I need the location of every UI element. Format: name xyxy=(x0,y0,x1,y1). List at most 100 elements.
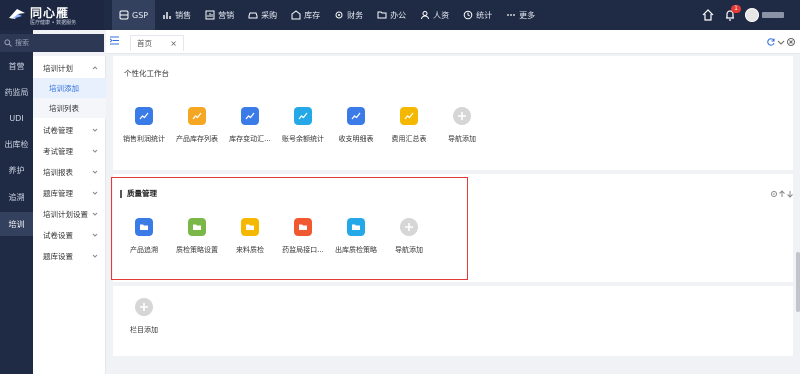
gear-icon xyxy=(335,11,343,19)
rail-item-4[interactable]: 养护 xyxy=(0,158,33,182)
nav-item-2[interactable]: 营销 xyxy=(198,0,241,30)
nav-item-1[interactable]: 销售 xyxy=(155,0,198,30)
add-column-label: 栏目添加 xyxy=(130,326,158,334)
search-icon xyxy=(4,39,12,47)
submenu-item-label: 试卷管理 xyxy=(43,125,73,135)
chevron-down-icon[interactable] xyxy=(776,37,786,47)
chart-tile-icon xyxy=(400,107,418,125)
scrollbar[interactable] xyxy=(796,252,800,312)
avatar[interactable] xyxy=(745,8,759,22)
search-box[interactable]: 搜索 xyxy=(0,34,104,52)
tab-close-icon[interactable]: × xyxy=(170,39,177,48)
nav-item-label: 人资 xyxy=(433,10,450,20)
nav-item-5[interactable]: 财务 xyxy=(327,0,370,30)
top-right-tools: 1 xyxy=(701,0,800,30)
stats-app-label: 账号余额统计 xyxy=(282,135,324,143)
rail-item-3[interactable]: 出库检 xyxy=(0,132,33,156)
stats-app-6[interactable]: 导航添加 xyxy=(434,107,490,157)
arrow-down-icon[interactable] xyxy=(786,190,794,198)
nav-item-label: 库存 xyxy=(304,10,321,20)
username-blurred[interactable] xyxy=(762,12,784,18)
stats-app-label: 导航添加 xyxy=(448,135,476,143)
nav-item-label: 营销 xyxy=(218,10,235,20)
section-tools xyxy=(770,190,794,198)
stats-app-5[interactable]: 费用汇总表 xyxy=(381,107,437,157)
stats-app-0[interactable]: 销售利润统计 xyxy=(116,107,172,157)
refresh-icon[interactable] xyxy=(766,37,776,47)
stats-app-4[interactable]: 收支明细表 xyxy=(328,107,384,157)
stats-app-label: 收支明细表 xyxy=(338,135,374,143)
submenu-item-3[interactable]: 试卷管理 xyxy=(33,120,106,140)
warehouse-icon xyxy=(291,10,301,20)
chevron-down-icon xyxy=(92,233,98,237)
clock-icon xyxy=(463,10,473,20)
stats-app-2[interactable]: 库存变动汇... xyxy=(222,107,278,157)
submenu-item-label: 题库管理 xyxy=(43,188,73,198)
chevron-down-icon xyxy=(92,212,98,216)
add-circle-icon xyxy=(453,107,471,125)
submenu-item-9[interactable]: 题库设置 xyxy=(33,246,106,266)
car-icon xyxy=(248,12,258,19)
nav-item-8[interactable]: 统计 xyxy=(456,0,499,30)
chevron-down-icon xyxy=(92,128,98,132)
nav-item-label: 统计 xyxy=(476,10,493,20)
nav-item-label: 销售 xyxy=(175,10,192,20)
user-icon xyxy=(421,11,430,20)
dots-icon xyxy=(507,14,516,16)
stats-app-1[interactable]: 产品库存列表 xyxy=(169,107,225,157)
rail-item-5[interactable]: 追溯 xyxy=(0,185,33,209)
bird-logo-icon xyxy=(9,9,25,19)
arrow-up-icon[interactable] xyxy=(778,190,786,198)
submenu-item-8[interactable]: 试卷设置 xyxy=(33,225,106,245)
nav-item-3[interactable]: 采购 xyxy=(241,0,284,30)
highlight-box xyxy=(111,177,468,280)
stats-app-label: 销售利润统计 xyxy=(123,135,165,143)
tab-home-label: 首页 xyxy=(137,39,152,48)
nav-item-6[interactable]: 办公 xyxy=(370,0,413,30)
submenu-item-7[interactable]: 培训计划设置 xyxy=(33,204,106,224)
submenu-item-label: 培训列表 xyxy=(49,103,79,113)
menu-collapse-icon[interactable] xyxy=(110,36,119,45)
rail-item-2[interactable]: UDI xyxy=(0,106,33,130)
stats-app-label: 产品库存列表 xyxy=(176,135,218,143)
bar-chart-icon xyxy=(163,12,171,19)
nav-item-0[interactable]: GSP xyxy=(112,0,156,30)
nav-item-4[interactable]: 库存 xyxy=(284,0,327,30)
logo[interactable]: 同心雁 医疗健康 • 数据服务 xyxy=(0,0,104,30)
chart-tile-icon xyxy=(135,107,153,125)
tab-home[interactable]: 首页 × xyxy=(130,35,184,51)
page-title: 个性化工作台 xyxy=(124,69,169,78)
close-all-icon[interactable] xyxy=(786,37,796,47)
nav-item-7[interactable]: 人资 xyxy=(413,0,456,30)
add-circle-icon xyxy=(135,298,153,316)
chart-tile-icon xyxy=(241,107,259,125)
submenu-item-label: 题库设置 xyxy=(43,251,73,261)
nav-item-label: 办公 xyxy=(390,10,407,20)
submenu-item-5[interactable]: 培训报表 xyxy=(33,162,106,182)
nav-item-9[interactable]: 更多 xyxy=(499,0,542,30)
add-column-button[interactable]: 栏目添加 xyxy=(116,298,172,348)
main-nav: GSP 销售 营销 采购 库存 财务 办公 人资 统计 更多 xyxy=(112,0,542,30)
submenu-item-label: 考试管理 xyxy=(43,146,73,156)
top-bar: 同心雁 医疗健康 • 数据服务 GSP 销售 营销 采购 库存 财务 办公 人资 统计 更多 1 xyxy=(0,0,800,30)
rail-item-1[interactable]: 药监局 xyxy=(0,80,33,104)
home-icon[interactable] xyxy=(701,8,715,22)
stats-app-3[interactable]: 账号余额统计 xyxy=(275,107,331,157)
notification-bell[interactable]: 1 xyxy=(723,5,741,22)
rail-item-6[interactable]: 培训 xyxy=(0,212,33,236)
submenu-item-2[interactable]: 培训列表 xyxy=(33,98,106,118)
nav-item-label: GSP xyxy=(132,10,149,20)
submenu: 培训计划培训添加培训列表试卷管理考试管理培训报表题库管理培训计划设置试卷设置题库… xyxy=(33,56,106,374)
nav-item-label: 更多 xyxy=(519,10,536,20)
stats-app-label: 费用汇总表 xyxy=(391,135,427,143)
rail-item-0[interactable]: 首营 xyxy=(0,54,33,78)
submenu-item-label: 试卷设置 xyxy=(43,230,73,240)
submenu-item-1[interactable]: 培训添加 xyxy=(33,78,106,98)
settings-icon[interactable] xyxy=(770,190,778,198)
add-column-panel: 栏目添加 xyxy=(113,286,793,356)
nav-item-label: 采购 xyxy=(261,10,278,20)
submenu-item-6[interactable]: 题库管理 xyxy=(33,183,106,203)
submenu-item-0[interactable]: 培训计划 xyxy=(33,58,106,78)
submenu-item-label: 培训计划 xyxy=(43,63,73,73)
submenu-item-4[interactable]: 考试管理 xyxy=(33,141,106,161)
